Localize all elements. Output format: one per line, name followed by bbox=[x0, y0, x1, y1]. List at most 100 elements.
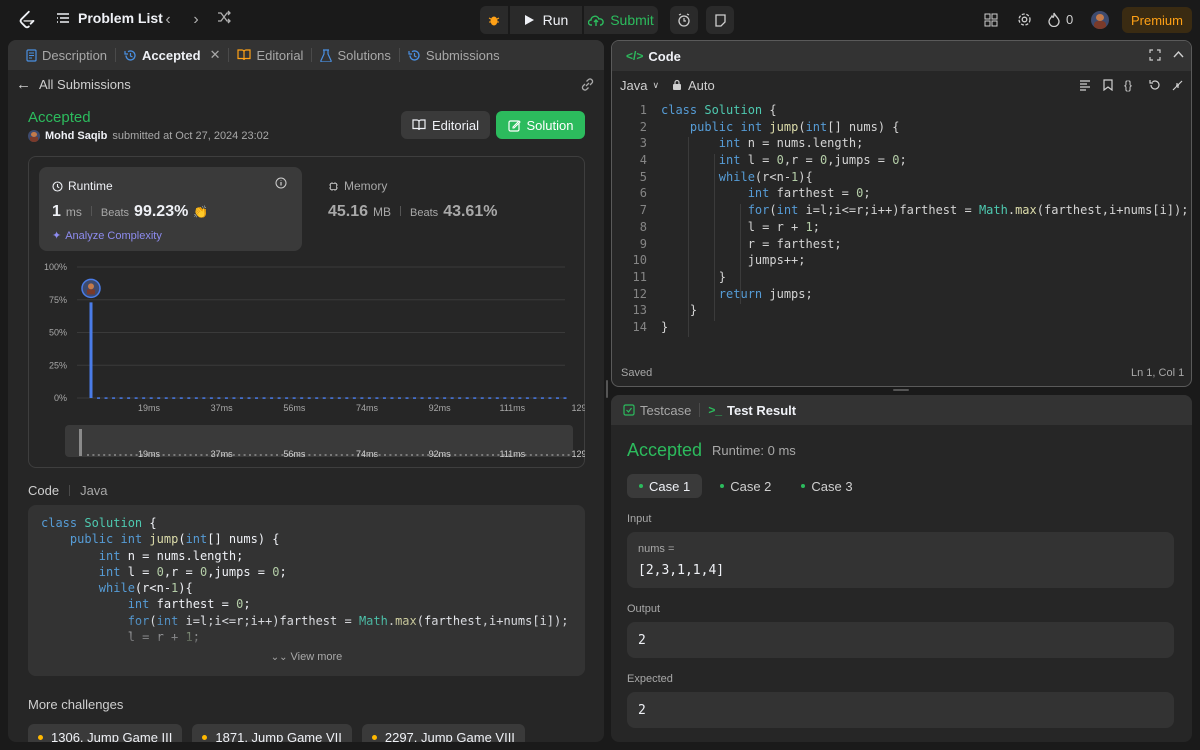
tab-submissions[interactable]: Submissions bbox=[400, 40, 508, 70]
tab-accepted[interactable]: Accepted ✕ bbox=[116, 40, 228, 70]
code-editor[interactable]: 1 class Solution {2 public int jump(int[]… bbox=[612, 103, 1191, 337]
indent-guide bbox=[714, 154, 715, 321]
code-line[interactable]: 9 r = farthest; bbox=[612, 237, 1191, 254]
braces-icon[interactable]: {} bbox=[1124, 78, 1132, 92]
code-line[interactable]: 10 jumps++; bbox=[612, 253, 1191, 270]
line-number: 4 bbox=[639, 153, 647, 168]
challenge-chip[interactable]: 1306. Jump Game III bbox=[28, 724, 183, 742]
layout-grid-icon[interactable] bbox=[984, 13, 998, 27]
debug-button[interactable] bbox=[480, 6, 508, 34]
memory-unit: MB bbox=[373, 205, 392, 219]
code-line[interactable]: 12 return jumps; bbox=[612, 287, 1191, 304]
chart-bar bbox=[337, 397, 341, 399]
code-line[interactable]: 14} bbox=[612, 320, 1191, 337]
code-line[interactable]: 11 } bbox=[612, 270, 1191, 287]
code-line[interactable]: 5 while(r<n-1){ bbox=[612, 170, 1191, 187]
chevron-up-icon[interactable] bbox=[1173, 50, 1184, 58]
vertical-resize-handle[interactable] bbox=[893, 389, 909, 391]
x-tick-label: 37ms bbox=[211, 403, 234, 413]
code-line[interactable]: 1 class Solution { bbox=[612, 103, 1191, 120]
solution-button[interactable]: Solution bbox=[496, 111, 585, 139]
line-content: } bbox=[661, 303, 698, 318]
author-name[interactable]: Mohd Saqib bbox=[45, 130, 107, 142]
leetcode-logo-icon[interactable] bbox=[16, 9, 38, 31]
tab-code[interactable]: </> Code bbox=[618, 41, 689, 71]
chart-bar bbox=[127, 397, 131, 399]
run-button[interactable]: Run bbox=[510, 6, 582, 34]
code-line[interactable]: 3 int n = nums.length; bbox=[612, 136, 1191, 153]
tab-solutions[interactable]: Solutions bbox=[312, 40, 398, 70]
notes-button[interactable] bbox=[706, 6, 734, 34]
format-lines-icon[interactable] bbox=[1079, 79, 1091, 91]
runtime-distribution-chart[interactable]: 100% 75% 50% 25% 0% 19ms 37ms 56ms 74ms 92ms 111ms… bbox=[29, 257, 585, 467]
collapse-icon[interactable] bbox=[1172, 80, 1183, 91]
code-section-label: Code bbox=[28, 483, 60, 498]
challenge-chip[interactable]: 1871. Jump Game VII bbox=[192, 724, 352, 742]
navigator-bar bbox=[324, 454, 327, 456]
code-line[interactable]: 7 for(int i=l;i<=r;i++)farthest = Math.m… bbox=[612, 203, 1191, 220]
line-number: 2 bbox=[639, 119, 647, 134]
autocomplete-mode[interactable]: Auto bbox=[672, 78, 715, 93]
code-line[interactable]: 4 int l = 0,r = 0,jumps = 0; bbox=[612, 153, 1191, 170]
maximize-icon[interactable] bbox=[1149, 49, 1161, 61]
challenge-chip[interactable]: 2297. Jump Game VIII bbox=[361, 724, 525, 742]
code-line[interactable]: 2 public int jump(int[] nums) { bbox=[612, 120, 1191, 137]
language-select[interactable]: Java ∨ bbox=[620, 78, 659, 93]
prev-problem-icon[interactable]: ‹ bbox=[158, 10, 178, 30]
chart-bar bbox=[473, 397, 477, 399]
navigator-bar bbox=[259, 454, 262, 456]
chevron-down-icon: ∨ bbox=[652, 79, 660, 90]
navigator-tick-label: 37ms bbox=[211, 449, 234, 459]
timer-button[interactable] bbox=[670, 6, 698, 34]
horizontal-resize-handle[interactable] bbox=[606, 380, 608, 398]
line-number: 8 bbox=[639, 219, 647, 234]
navigator-bar bbox=[421, 454, 424, 456]
view-more-button[interactable]: ⌄⌄ View more bbox=[28, 651, 585, 663]
reset-icon[interactable] bbox=[1149, 79, 1161, 91]
case-tab-3[interactable]: Case 3 bbox=[789, 474, 864, 498]
left-tabbar: Description Accepted ✕ Editorial Solutio… bbox=[8, 40, 604, 70]
submission-status: Accepted bbox=[28, 109, 91, 126]
navigator-bar bbox=[405, 454, 408, 456]
next-problem-icon[interactable]: › bbox=[186, 10, 206, 30]
case-tab-2[interactable]: Case 2 bbox=[708, 474, 783, 498]
bookmark-icon[interactable] bbox=[1103, 79, 1113, 91]
analyze-complexity-link[interactable]: ✦ Analyze Complexity bbox=[52, 229, 162, 243]
navigator-bar bbox=[346, 454, 349, 456]
all-submissions-link[interactable]: ← All Submissions bbox=[16, 76, 131, 93]
avatar[interactable] bbox=[1091, 11, 1109, 29]
case-tab-1[interactable]: Case 1 bbox=[627, 474, 703, 498]
premium-button[interactable]: Premium bbox=[1122, 7, 1192, 33]
shuffle-icon[interactable] bbox=[214, 10, 234, 30]
navigator-bar bbox=[168, 454, 170, 456]
code-line[interactable]: 8 l = r + 1; bbox=[612, 220, 1191, 237]
runtime-card[interactable]: Runtime 1 ms Beats 99.23% 👏 ✦ Analyze Co… bbox=[39, 167, 302, 251]
submit-button[interactable]: Submit bbox=[584, 6, 658, 34]
author-avatar bbox=[28, 130, 40, 142]
line-content: public int jump(int[] nums) { bbox=[689, 119, 900, 134]
tab-test-result[interactable]: >_ Test Result bbox=[700, 395, 804, 425]
navigator-bar bbox=[486, 454, 489, 456]
code-line[interactable]: 13 } bbox=[612, 303, 1191, 320]
info-icon[interactable] bbox=[275, 177, 287, 189]
tab-testcase[interactable]: Testcase bbox=[615, 395, 699, 425]
memory-card[interactable]: Memory 45.16 MB Beats 43.61% bbox=[315, 167, 578, 251]
problem-list-link[interactable]: Problem List bbox=[56, 10, 163, 26]
tab-description[interactable]: Description bbox=[18, 40, 115, 70]
streak-counter[interactable]: 0 bbox=[1048, 12, 1073, 27]
navigator-bar bbox=[243, 454, 246, 456]
y-tick-label: 50% bbox=[49, 328, 67, 338]
navigator-bar bbox=[340, 454, 343, 456]
indent-guide bbox=[740, 204, 741, 304]
navigator-tick-label: 129ms bbox=[571, 449, 585, 459]
code-line[interactable]: 6 int farthest = 0; bbox=[612, 186, 1191, 203]
result-tabbar: Testcase >_ Test Result bbox=[611, 395, 1192, 425]
result-status: Accepted bbox=[627, 440, 703, 460]
chart-bar bbox=[420, 397, 424, 399]
navigator-bar bbox=[249, 454, 251, 456]
settings-gear-icon[interactable] bbox=[1017, 12, 1032, 27]
tab-editorial[interactable]: Editorial bbox=[229, 40, 311, 70]
close-icon[interactable]: ✕ bbox=[210, 47, 221, 63]
share-link-icon[interactable] bbox=[580, 77, 595, 92]
editorial-button[interactable]: Editorial bbox=[401, 111, 490, 139]
